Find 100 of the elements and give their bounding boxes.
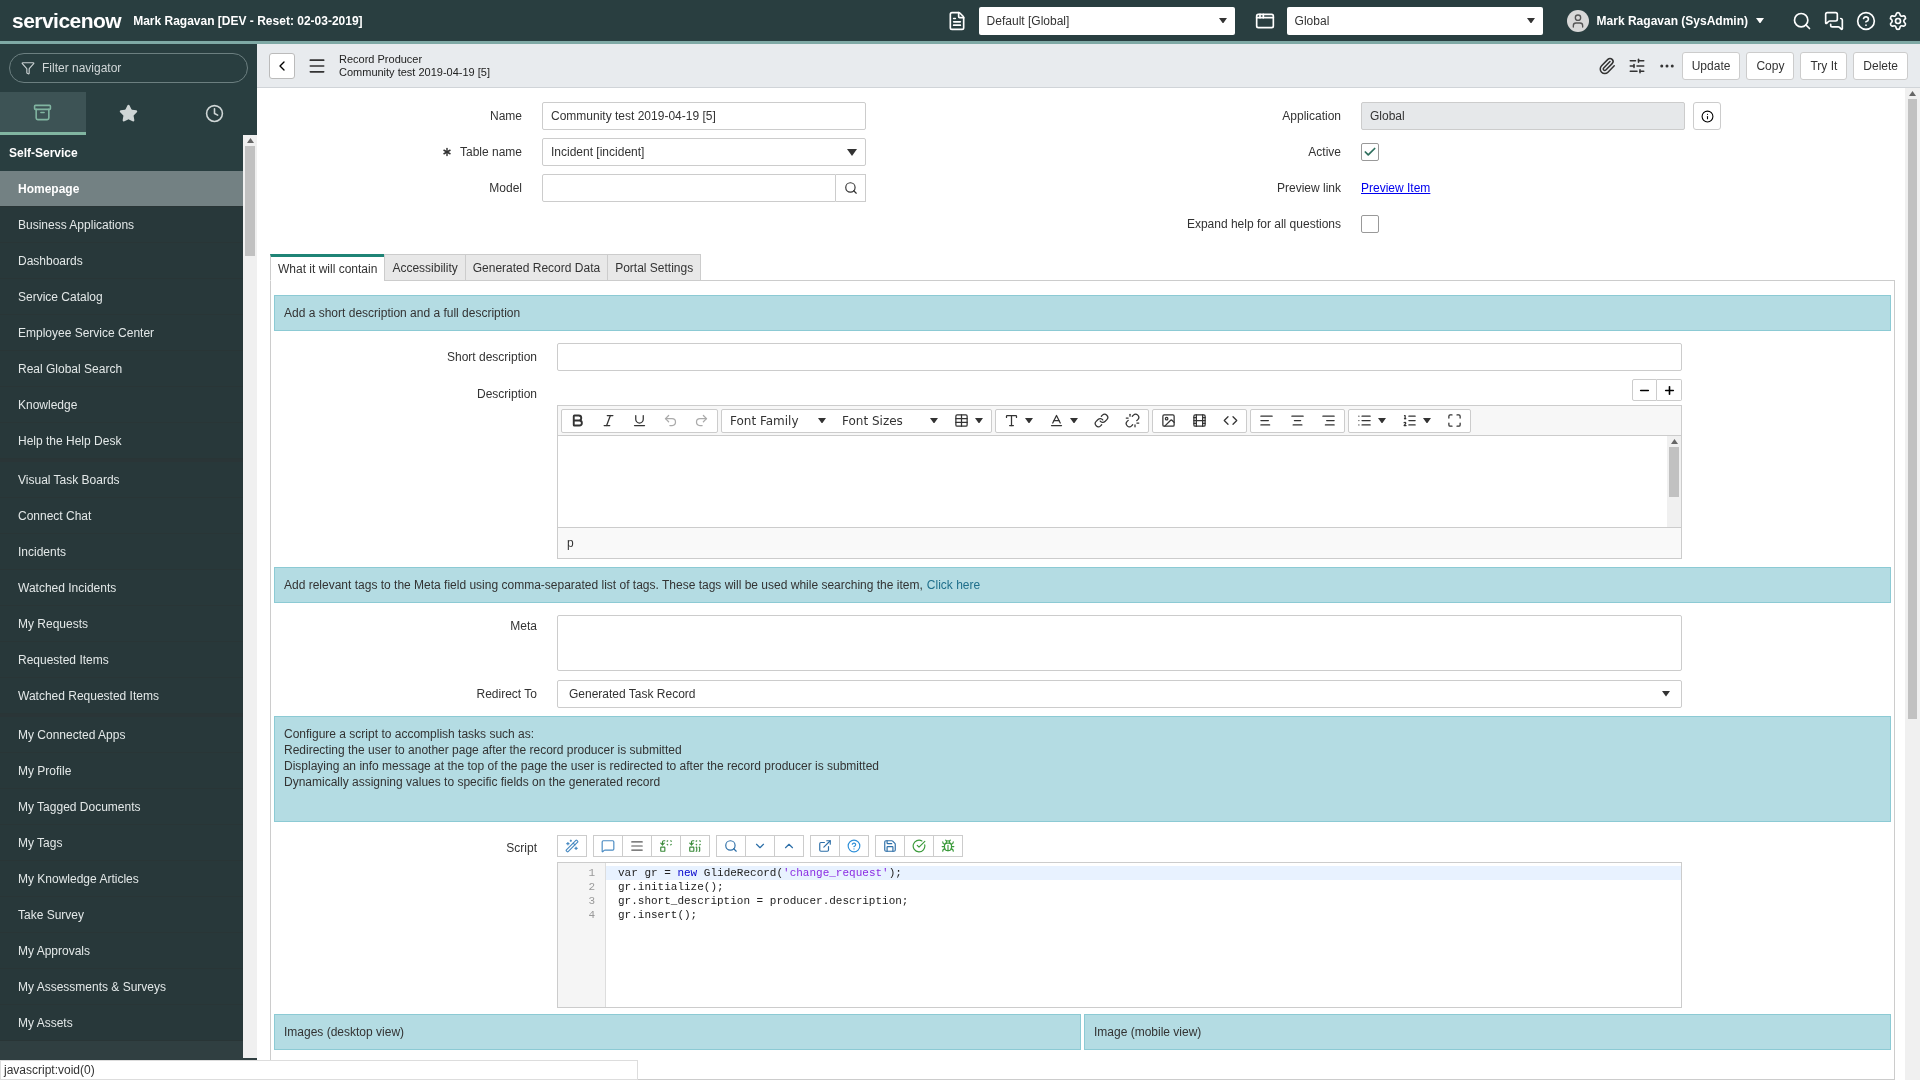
name-field[interactable]: Community test 2019-04-19 [5] (542, 102, 866, 130)
form-tab[interactable]: What it will contain (270, 254, 386, 281)
navigator-item[interactable]: Help the Help Desk (0, 423, 243, 459)
caret-icon (1025, 417, 1033, 424)
check-button[interactable] (904, 835, 934, 857)
navigator-item[interactable]: My Approvals (0, 933, 243, 969)
form-button[interactable]: Delete (1853, 51, 1908, 80)
navigator-item[interactable]: Knowledge (0, 387, 243, 423)
navigator-item[interactable]: My Tags (0, 825, 243, 861)
font-family-dropdown[interactable]: Font Family (726, 411, 830, 430)
form-tab[interactable]: Generated Record Data (464, 254, 609, 281)
comment-button[interactable] (593, 835, 623, 857)
navigator-item[interactable]: Employee Service Center (0, 315, 243, 351)
navigator-item[interactable]: My Knowledge Articles (0, 861, 243, 897)
field-label: Table name (459, 144, 522, 161)
search-icon[interactable] (1792, 10, 1812, 31)
field-label: Script (506, 841, 537, 855)
line-number: 1 (587, 866, 596, 880)
navigator-item[interactable]: My Assets (0, 1005, 243, 1041)
form-tab[interactable]: Accessibility (384, 254, 466, 281)
search-icon (724, 839, 738, 853)
navigator-item[interactable]: My Profile (0, 753, 243, 789)
navigator-item[interactable]: Watched Incidents (0, 570, 243, 606)
navigator-item[interactable]: Service Catalog (0, 279, 243, 315)
scrollbar[interactable] (1905, 88, 1920, 1080)
navigator-item[interactable]: Dashboards (0, 243, 243, 279)
archive-icon (33, 102, 53, 122)
instance-name: Mark Ragavan [DEV - Reset: 02-03-2019] (133, 12, 363, 30)
undo-icon (663, 413, 678, 428)
bullet-list-icon (1357, 413, 1372, 428)
scroll-thumb[interactable] (245, 145, 255, 256)
bug-button[interactable] (933, 835, 963, 857)
navigator-item[interactable]: Connect Chat (0, 498, 243, 534)
form-tab[interactable]: Portal Settings (607, 254, 702, 281)
scroll-thumb[interactable] (1908, 98, 1917, 719)
sliders-icon[interactable] (1627, 56, 1646, 75)
meta-field[interactable] (557, 615, 1682, 671)
navigator-item[interactable]: Take Survey (0, 897, 243, 933)
scroll-thumb[interactable] (1669, 446, 1679, 497)
wand-button[interactable] (557, 835, 587, 857)
user-menu[interactable]: Mark Ragavan (SysAdmin) (1596, 11, 1764, 30)
font-size-dropdown[interactable]: Font Sizes (838, 411, 942, 430)
scope-select[interactable]: Global (1286, 6, 1543, 35)
navigator-item[interactable]: Incidents (0, 534, 243, 570)
info-button[interactable] (1693, 102, 1721, 130)
form-button[interactable]: Copy (1746, 51, 1795, 80)
navigator-item[interactable]: My Tagged Documents (0, 789, 243, 825)
active-checkbox[interactable] (1361, 143, 1379, 161)
navigator-item[interactable]: My Assessments & Surveys (0, 969, 243, 1005)
navigator-item[interactable]: Real Global Search (0, 351, 243, 387)
short-description-field[interactable] (557, 343, 1682, 371)
navigator-item[interactable]: Visual Task Boards (0, 462, 243, 498)
navigator-item[interactable]: Business Applications (0, 207, 243, 243)
navigator-item[interactable]: Requested Items (0, 642, 243, 678)
code-line: gr.insert(); (617, 908, 699, 922)
redirect-select[interactable]: Generated Task Record (557, 680, 1682, 708)
scrollbar[interactable] (1667, 436, 1681, 527)
align-right-icon (1321, 413, 1336, 428)
table-name-select[interactable]: Incident [incident] (542, 138, 866, 166)
scrollbar[interactable] (243, 135, 257, 1058)
model-field[interactable] (542, 174, 836, 202)
settings-icon[interactable] (1888, 10, 1908, 31)
navigator-item[interactable]: My Requests (0, 606, 243, 642)
navigator-item[interactable]: Homepage (0, 171, 243, 207)
logo[interactable]: servicenow (12, 4, 122, 37)
back-button[interactable] (269, 52, 295, 79)
paperclip-icon[interactable] (1597, 56, 1616, 75)
module-section-title[interactable]: Self-Service (9, 144, 78, 162)
line-number: 2 (587, 880, 596, 894)
field-label: Application (1282, 109, 1341, 123)
help-button[interactable] (839, 835, 869, 857)
lines-button[interactable] (622, 835, 652, 857)
clock-icon (204, 104, 224, 123)
filter-field[interactable]: Filter navigator (9, 53, 248, 83)
banner-text: Add relevant tags to the Meta field using comma-separated list of tags. These tags will be used while searching the item, (284, 577, 923, 594)
numbered-list-icon (1402, 413, 1417, 428)
replace-button[interactable] (651, 835, 681, 857)
preview-link[interactable]: Preview Item (1361, 179, 1431, 197)
form-button[interactable]: Try It (1800, 51, 1848, 80)
field-label: Active (1308, 145, 1341, 159)
navigator-tab[interactable] (0, 92, 86, 135)
search-button[interactable] (836, 174, 866, 202)
align-center-icon (1290, 413, 1305, 428)
update-set-select[interactable]: Default [Global] (978, 6, 1235, 35)
click-here-link[interactable]: Click here (926, 576, 981, 594)
navigator-item[interactable]: Watched Requested Items (0, 678, 243, 714)
grow-button[interactable] (1657, 379, 1682, 401)
code-editor[interactable]: 1 2 3 4 var gr = new GlideRecord('change_request'); gr.initialize(); gr.short_description = producer.description; gr.insert(); (557, 862, 1682, 1008)
caret-icon (1070, 417, 1078, 424)
navigator-item[interactable]: My Connected Apps (0, 717, 243, 753)
replace-all-button[interactable] (680, 835, 710, 857)
form-button[interactable]: Update (1681, 51, 1741, 80)
search-button[interactable] (716, 835, 746, 857)
expand-button[interactable] (810, 835, 840, 857)
help-icon[interactable] (1856, 10, 1876, 31)
code-line: gr.short_description = producer.description; (617, 894, 910, 908)
caret-icon (1756, 17, 1764, 24)
expand-help-checkbox[interactable] (1361, 215, 1379, 233)
save-button[interactable] (875, 835, 905, 857)
chat-icon[interactable] (1824, 10, 1844, 31)
